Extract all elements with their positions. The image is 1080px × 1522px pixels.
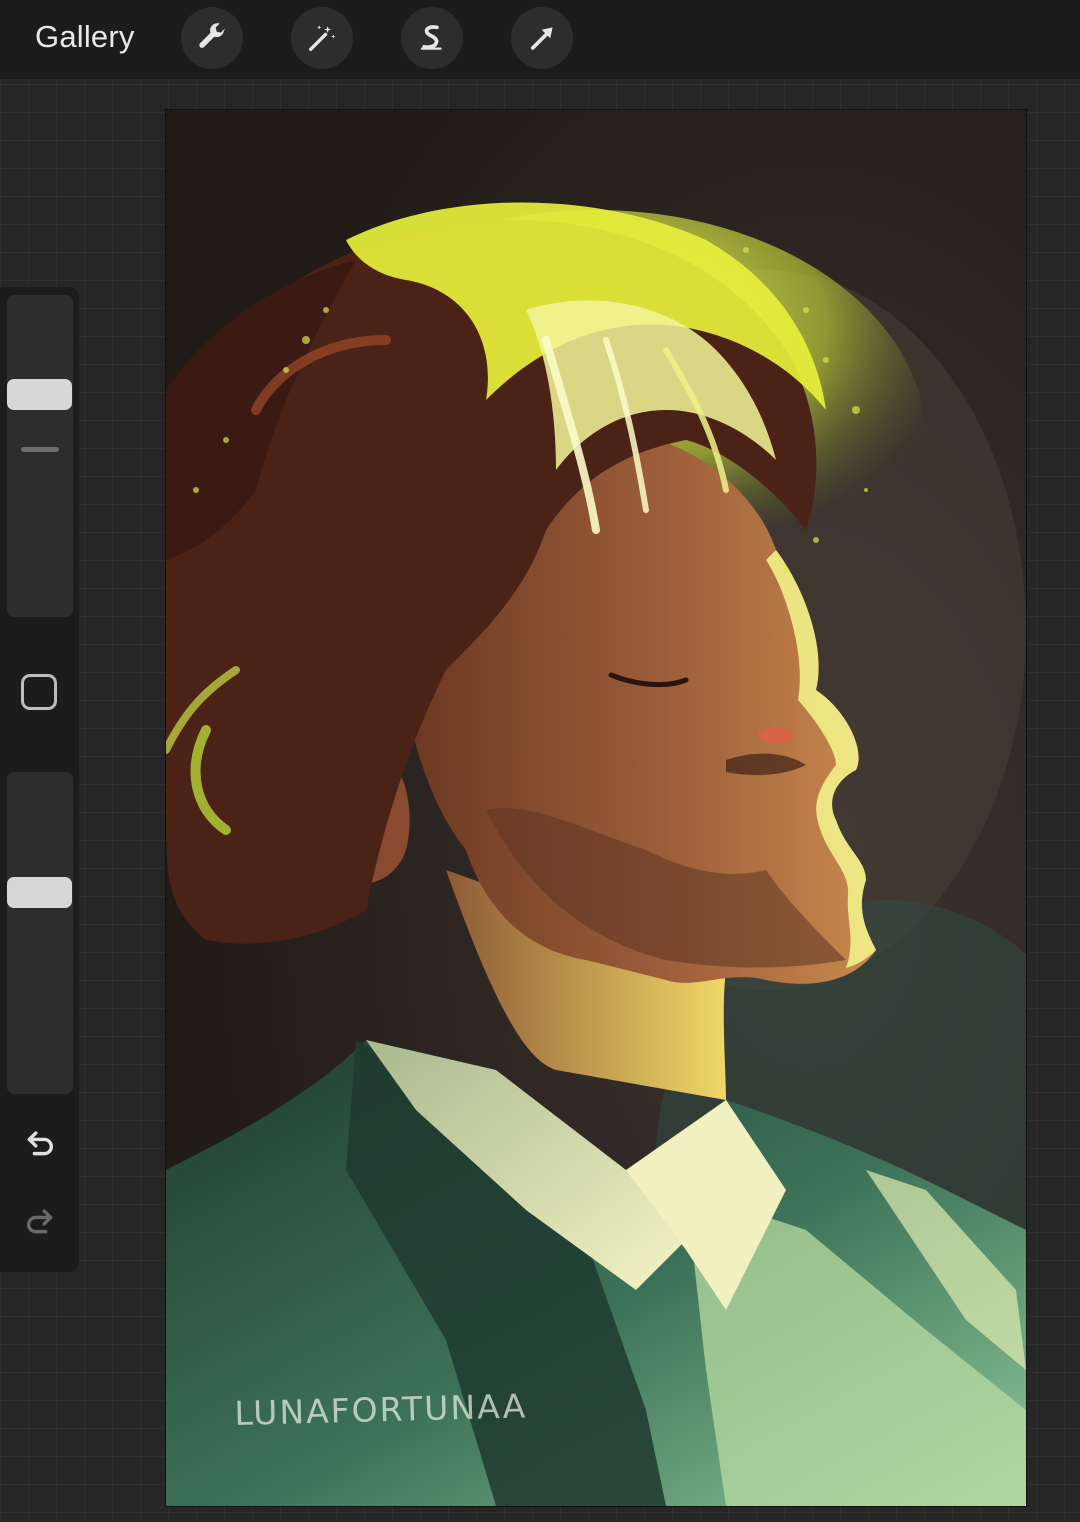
brush-size-thumb[interactable] — [7, 379, 72, 411]
adjustments-button[interactable] — [291, 7, 353, 69]
top-toolbar: Gallery — [0, 0, 1080, 79]
left-sidebar — [0, 287, 79, 1272]
redo-button[interactable] — [19, 1200, 61, 1242]
drawing-canvas[interactable]: LUNAFORTUNAA — [166, 110, 1026, 1506]
undo-icon — [27, 1131, 53, 1156]
actions-button[interactable] — [181, 7, 243, 69]
undo-button[interactable] — [19, 1122, 61, 1164]
redo-icon — [27, 1209, 53, 1234]
procreate-app: Gallery LUNAFORTUNAA — [0, 0, 1080, 1522]
selection-s-icon — [420, 25, 442, 50]
modify-button[interactable] — [21, 674, 57, 710]
arrow-cursor-icon — [530, 27, 553, 50]
portrait-painting — [166, 110, 1026, 1506]
slider-divider — [21, 447, 59, 452]
artist-signature: LUNAFORTUNAA — [234, 1386, 528, 1433]
selection-button[interactable] — [401, 7, 463, 69]
brush-size-slider[interactable] — [7, 295, 73, 617]
transform-button[interactable] — [511, 7, 573, 69]
wrench-icon — [199, 23, 225, 48]
magic-wand-icon — [308, 25, 336, 52]
gallery-button[interactable]: Gallery — [35, 16, 135, 58]
opacity-thumb[interactable] — [7, 876, 72, 908]
opacity-slider[interactable] — [7, 772, 73, 1094]
